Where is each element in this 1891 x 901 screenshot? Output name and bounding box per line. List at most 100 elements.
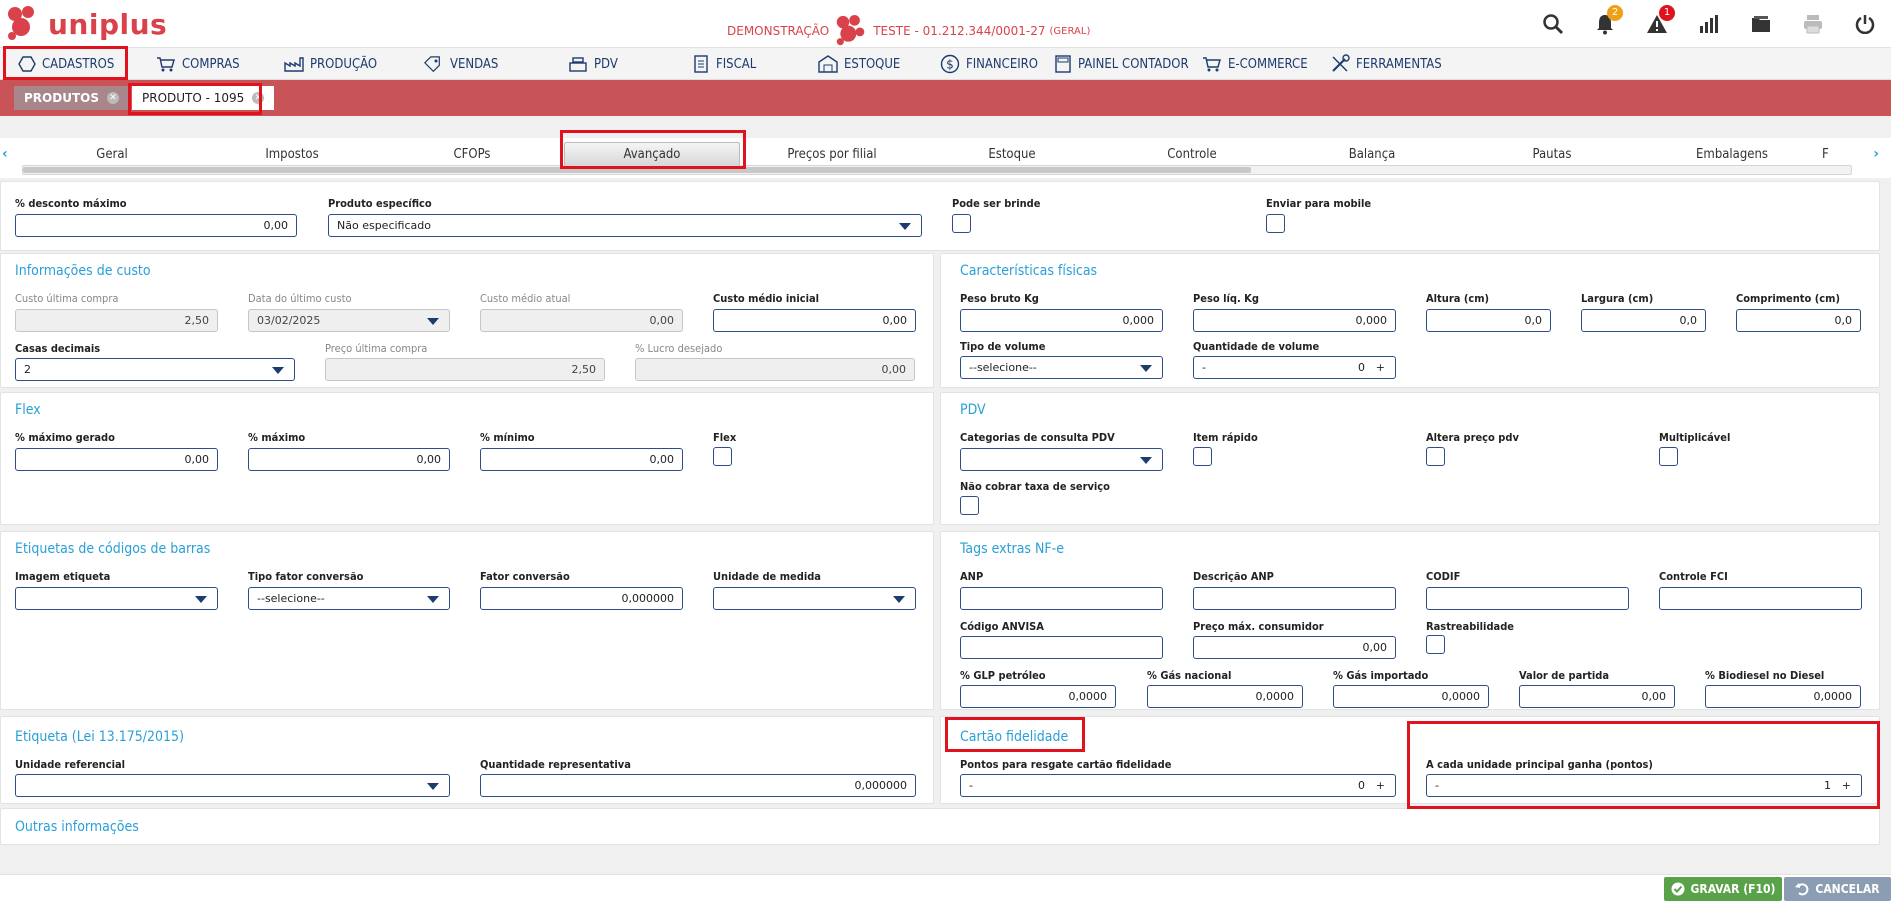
- minus-icon[interactable]: -: [1435, 779, 1439, 792]
- menu-producao[interactable]: PRODUÇÃO: [284, 48, 377, 80]
- fci-input[interactable]: [1659, 587, 1862, 610]
- save-label: GRAVAR (F10): [1690, 882, 1776, 896]
- imagem-etiqueta-select[interactable]: [15, 587, 218, 610]
- files-button[interactable]: [1735, 0, 1787, 48]
- categorias-pdv-select[interactable]: [960, 448, 1163, 471]
- close-icon[interactable]: ✕: [252, 92, 265, 104]
- menu-label: PDV: [594, 56, 618, 72]
- tab-geral[interactable]: Geral: [22, 142, 202, 166]
- scrollbar-thumb[interactable]: [23, 167, 1251, 173]
- produto-especifico-select[interactable]: Não especificado: [328, 214, 922, 237]
- menu-label: CADASTROS: [42, 56, 115, 72]
- menu-vendas[interactable]: VENDAS: [424, 48, 498, 80]
- reports-button[interactable]: [1683, 0, 1735, 48]
- outras-info-panel[interactable]: Outras informações: [0, 808, 1880, 845]
- tab-partial[interactable]: F: [1822, 142, 1842, 166]
- max-input[interactable]: 0,00: [248, 448, 450, 471]
- menu-fiscal[interactable]: FISCAL: [692, 48, 756, 80]
- mobile-checkbox[interactable]: [1266, 214, 1285, 233]
- anvisa-input[interactable]: [960, 636, 1163, 659]
- peso-liq-input[interactable]: 0,000: [1193, 309, 1396, 332]
- menu-painel-contador[interactable]: PAINEL CONTADOR: [1054, 48, 1189, 80]
- company-info[interactable]: DEMONSTRAÇÃO TESTE - 01.212.344/0001-27 …: [727, 14, 1090, 48]
- date-value: 03/02/2025: [257, 314, 321, 327]
- tab-avancado[interactable]: Avançado: [564, 142, 740, 166]
- menu-compras[interactable]: COMPRAS: [156, 48, 240, 80]
- fator-conversao-label: Fator conversão: [480, 570, 570, 583]
- anp-input[interactable]: [960, 587, 1163, 610]
- fator-conversao-input[interactable]: 0,000000: [480, 587, 683, 610]
- preco-max-input[interactable]: 0,00: [1193, 636, 1396, 659]
- largura-input[interactable]: 0,0: [1581, 309, 1706, 332]
- header-toolbar: 2 1: [1527, 0, 1891, 48]
- alerts-button[interactable]: 1: [1631, 0, 1683, 48]
- tab-produtos[interactable]: PRODUTOS ✕: [14, 86, 129, 110]
- custo-medio-inicial-input[interactable]: 0,00: [713, 309, 916, 332]
- casas-decimais-select[interactable]: 2: [15, 358, 295, 381]
- glp-input[interactable]: 0,0000: [960, 685, 1116, 708]
- subtabs-scrollbar[interactable]: [22, 165, 1852, 175]
- pontos-por-unidade-stepper[interactable]: - 1 +: [1426, 774, 1862, 797]
- menu-ferramentas[interactable]: FERRAMENTAS: [1330, 48, 1442, 80]
- print-button[interactable]: [1787, 0, 1839, 48]
- plus-icon[interactable]: +: [1842, 779, 1851, 792]
- tools-icon: [1332, 54, 1350, 72]
- logout-button[interactable]: [1839, 0, 1891, 48]
- scroll-left-icon[interactable]: ‹: [2, 146, 8, 162]
- codif-input[interactable]: [1426, 587, 1629, 610]
- multiplicavel-checkbox[interactable]: [1659, 447, 1678, 466]
- min-input[interactable]: 0,00: [480, 448, 683, 471]
- plus-icon[interactable]: +: [1376, 779, 1385, 792]
- pontos-resgate-stepper[interactable]: - 0 +: [960, 774, 1396, 797]
- menu-financeiro[interactable]: $ FINANCEIRO: [940, 48, 1038, 80]
- plus-icon[interactable]: +: [1376, 361, 1385, 374]
- save-button[interactable]: GRAVAR (F10): [1664, 877, 1782, 901]
- menu-ecommerce[interactable]: E-COMMERCE: [1202, 48, 1308, 80]
- menu-estoque[interactable]: ESTOQUE: [818, 48, 900, 80]
- tab-embalagens[interactable]: Embalagens: [1642, 142, 1822, 166]
- tab-balanca[interactable]: Balança: [1282, 142, 1462, 166]
- flex-checkbox[interactable]: [713, 447, 732, 466]
- altera-preco-checkbox[interactable]: [1426, 447, 1445, 466]
- altura-input[interactable]: 0,0: [1426, 309, 1551, 332]
- tab-pautas[interactable]: Pautas: [1462, 142, 1642, 166]
- tab-estoque[interactable]: Estoque: [922, 142, 1102, 166]
- minus-icon[interactable]: -: [969, 779, 973, 792]
- qtd-representativa-input[interactable]: 0,000000: [480, 774, 916, 797]
- minus-icon[interactable]: -: [1202, 361, 1206, 374]
- pontos-por-unidade-label: A cada unidade principal ganha (pontos): [1426, 758, 1653, 771]
- search-button[interactable]: [1527, 0, 1579, 48]
- qtd-volume-stepper[interactable]: - 0 +: [1193, 356, 1396, 379]
- min-label: % mínimo: [480, 431, 535, 444]
- valor-partida-label: Valor de partida: [1519, 669, 1610, 682]
- brinde-checkbox[interactable]: [952, 214, 971, 233]
- cancel-button[interactable]: CANCELAR: [1784, 877, 1891, 901]
- scroll-right-icon[interactable]: ›: [1873, 146, 1879, 162]
- desconto-input[interactable]: 0,00: [15, 214, 297, 237]
- tab-produto-1095[interactable]: PRODUTO - 1095 ✕: [132, 86, 275, 110]
- notifications-button[interactable]: 2: [1579, 0, 1631, 48]
- biodiesel-input[interactable]: 0,0000: [1705, 685, 1861, 708]
- rastreabilidade-checkbox[interactable]: [1426, 635, 1445, 654]
- tab-controle[interactable]: Controle: [1102, 142, 1282, 166]
- desc-anp-input[interactable]: [1193, 587, 1396, 610]
- taxa-servico-checkbox[interactable]: [960, 496, 979, 515]
- max-gerado-input[interactable]: 0,00: [15, 448, 218, 471]
- comprimento-input[interactable]: 0,0: [1736, 309, 1861, 332]
- close-icon[interactable]: ✕: [106, 92, 119, 104]
- gas-nacional-input[interactable]: 0,0000: [1147, 685, 1303, 708]
- tab-impostos[interactable]: Impostos: [202, 142, 382, 166]
- tipo-fator-select[interactable]: --selecione--: [248, 587, 450, 610]
- menu-pdv[interactable]: PDV: [568, 48, 618, 80]
- peso-bruto-input[interactable]: 0,000: [960, 309, 1163, 332]
- unidade-medida-select[interactable]: [713, 587, 916, 610]
- tab-precos-filial[interactable]: Preços por filial: [742, 142, 922, 166]
- valor-partida-input[interactable]: 0,00: [1519, 685, 1675, 708]
- tipo-volume-select[interactable]: --selecione--: [960, 356, 1163, 379]
- unidade-referencial-select[interactable]: [15, 774, 450, 797]
- app-logo[interactable]: uniplus: [6, 5, 167, 43]
- tab-cfops[interactable]: CFOPs: [382, 142, 562, 166]
- menu-cadastros[interactable]: CADASTROS: [18, 48, 114, 80]
- item-rapido-checkbox[interactable]: [1193, 447, 1212, 466]
- gas-importado-input[interactable]: 0,0000: [1333, 685, 1489, 708]
